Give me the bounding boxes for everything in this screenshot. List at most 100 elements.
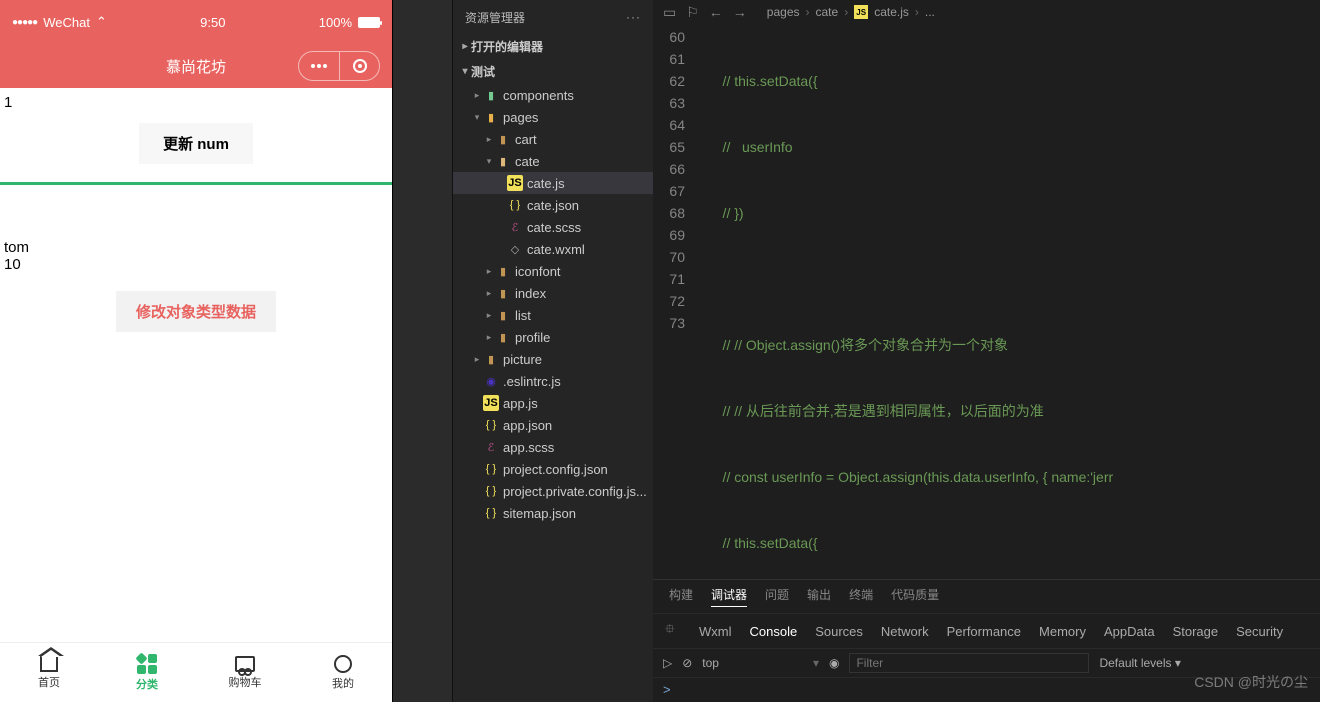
phone-body: 1 更新 num tom 10 修改对象类型数据 [0, 88, 392, 642]
inspect-icon[interactable]: ⯐ [665, 620, 681, 642]
scss-icon: ℰ [483, 439, 499, 455]
tree-picture[interactable]: ▸▮picture [453, 348, 653, 370]
tab-performance[interactable]: Performance [947, 624, 1021, 639]
devtools-tabs: ⯐ Wxml Console Sources Network Performan… [653, 614, 1320, 649]
watermark: CSDN @时光の尘 [1194, 672, 1308, 692]
file-tree: ▸▮components ▾▮pages ▸▮cart ▾▮cate JScat… [453, 84, 653, 524]
play-icon[interactable]: ▷ [663, 656, 672, 670]
levels-select[interactable]: Default levels ▾ [1099, 656, 1180, 670]
capsule-menu-button[interactable] [299, 52, 339, 80]
json-icon: { } [507, 197, 523, 213]
capsule-close-button[interactable] [339, 52, 379, 80]
tree-appjson[interactable]: { }app.json [453, 414, 653, 436]
tab-wxml[interactable]: Wxml [699, 624, 732, 639]
phone-nav: 慕尚花坊 [0, 44, 392, 88]
tree-cate-scss[interactable]: ℰcate.scss [453, 216, 653, 238]
wxml-icon: ◇ [507, 241, 523, 257]
battery-pct: 100% [319, 15, 352, 30]
js-icon: JS [507, 175, 523, 191]
code-editor[interactable]: 6061626364656667686970717273 // this.set… [653, 24, 1320, 579]
bookmark-icon[interactable]: ⚐ [686, 4, 699, 21]
face-icon [334, 655, 352, 673]
nav-fwd-icon[interactable]: → [733, 4, 747, 20]
project-header[interactable]: ▾测试 [453, 59, 653, 84]
json-icon: { } [483, 461, 499, 477]
tree-appscss[interactable]: ℰapp.scss [453, 436, 653, 458]
name-value: tom [4, 239, 388, 256]
tree-cate[interactable]: ▾▮cate [453, 150, 653, 172]
tree-cate-wxml[interactable]: ◇cate.wxml [453, 238, 653, 260]
folder-open-icon: ▮ [483, 109, 499, 125]
simulator-gap [393, 0, 453, 702]
wifi-icon: ⌃ [96, 14, 107, 30]
tab-sources[interactable]: Sources [815, 624, 863, 639]
tree-cate-js[interactable]: JScate.js [453, 172, 653, 194]
phone-tabbar: 首页 分类 购物车 我的 [0, 642, 392, 702]
tab-problems[interactable]: 问题 [765, 586, 789, 607]
category-icon [137, 654, 157, 674]
tree-cate-json[interactable]: { }cate.json [453, 194, 653, 216]
tab-build[interactable]: 构建 [669, 586, 693, 607]
battery-icon [358, 17, 380, 28]
tree-eslintrc[interactable]: ◉.eslintrc.js [453, 370, 653, 392]
modify-object-button[interactable]: 修改对象类型数据 [116, 291, 276, 332]
editor-area: ▭ ⚐ ← → pages› cate› JS cate.js› ... 606… [653, 0, 1320, 702]
phone-statusbar: ●●●●● WeChat ⌃ 9:50 100% [0, 0, 392, 44]
tab-console[interactable]: Console [750, 624, 798, 639]
tree-projconf[interactable]: { }project.config.json [453, 458, 653, 480]
update-num-button[interactable]: 更新 num [139, 123, 253, 164]
home-icon [40, 656, 58, 672]
eslint-icon: ◉ [483, 373, 499, 389]
line-gutter: 6061626364656667686970717273 [653, 24, 699, 579]
js-icon: JS [854, 5, 868, 19]
tab-home[interactable]: 首页 [0, 643, 98, 702]
tree-sitemap[interactable]: { }sitemap.json [453, 502, 653, 524]
tree-profile[interactable]: ▸▮profile [453, 326, 653, 348]
clear-icon[interactable]: ⊘ [682, 656, 692, 670]
tab-terminal[interactable]: 终端 [849, 586, 873, 607]
json-icon: { } [483, 417, 499, 433]
tab-security[interactable]: Security [1236, 624, 1283, 639]
scope-select[interactable]: top [702, 656, 719, 670]
code-content[interactable]: // this.setData({ // userInfo // }) // /… [699, 24, 1320, 579]
folder-icon: ▮ [495, 329, 511, 345]
tree-appjs[interactable]: JSapp.js [453, 392, 653, 414]
scss-icon: ℰ [507, 219, 523, 235]
tab-debugger[interactable]: 调试器 [711, 586, 747, 607]
explorer-title: 资源管理器 [465, 9, 525, 26]
tree-projpriv[interactable]: { }project.private.config.js... [453, 480, 653, 502]
tab-mine[interactable]: 我的 [294, 643, 392, 702]
panel-primary-tabs: 构建 调试器 问题 输出 终端 代码质量 [653, 580, 1320, 614]
wechat-capsule[interactable] [298, 51, 380, 81]
tree-components[interactable]: ▸▮components [453, 84, 653, 106]
signal-dots-icon: ●●●●● [12, 17, 37, 28]
tab-storage[interactable]: Storage [1173, 624, 1219, 639]
num-value: 1 [0, 94, 392, 111]
eye-icon[interactable]: ◉ [829, 656, 839, 670]
tree-index[interactable]: ▸▮index [453, 282, 653, 304]
filter-input[interactable] [849, 653, 1089, 673]
age-value: 10 [4, 256, 388, 273]
explorer-more-icon[interactable]: ··· [626, 10, 641, 24]
tab-appdata[interactable]: AppData [1104, 624, 1155, 639]
folder-icon: ▮ [495, 131, 511, 147]
tab-output[interactable]: 输出 [807, 586, 831, 607]
window-icon[interactable]: ▭ [663, 4, 676, 21]
tree-list[interactable]: ▸▮list [453, 304, 653, 326]
console-prompt: > [663, 682, 671, 697]
tree-pages[interactable]: ▾▮pages [453, 106, 653, 128]
tab-memory[interactable]: Memory [1039, 624, 1086, 639]
target-icon [353, 59, 367, 73]
carrier-label: WeChat [43, 15, 90, 30]
breadcrumb[interactable]: pages› cate› JS cate.js› ... [767, 5, 935, 19]
phone-simulator: ●●●●● WeChat ⌃ 9:50 100% 慕尚花坊 1 更新 num t… [0, 0, 393, 702]
tab-category[interactable]: 分类 [98, 643, 196, 702]
tree-cart[interactable]: ▸▮cart [453, 128, 653, 150]
open-editors-header[interactable]: ▸打开的编辑器 [453, 34, 653, 59]
nav-back-icon[interactable]: ← [709, 4, 723, 20]
tree-iconfont[interactable]: ▸▮iconfont [453, 260, 653, 282]
tab-network[interactable]: Network [881, 624, 929, 639]
js-icon: JS [483, 395, 499, 411]
tab-quality[interactable]: 代码质量 [891, 586, 939, 607]
tab-cart[interactable]: 购物车 [196, 643, 294, 702]
